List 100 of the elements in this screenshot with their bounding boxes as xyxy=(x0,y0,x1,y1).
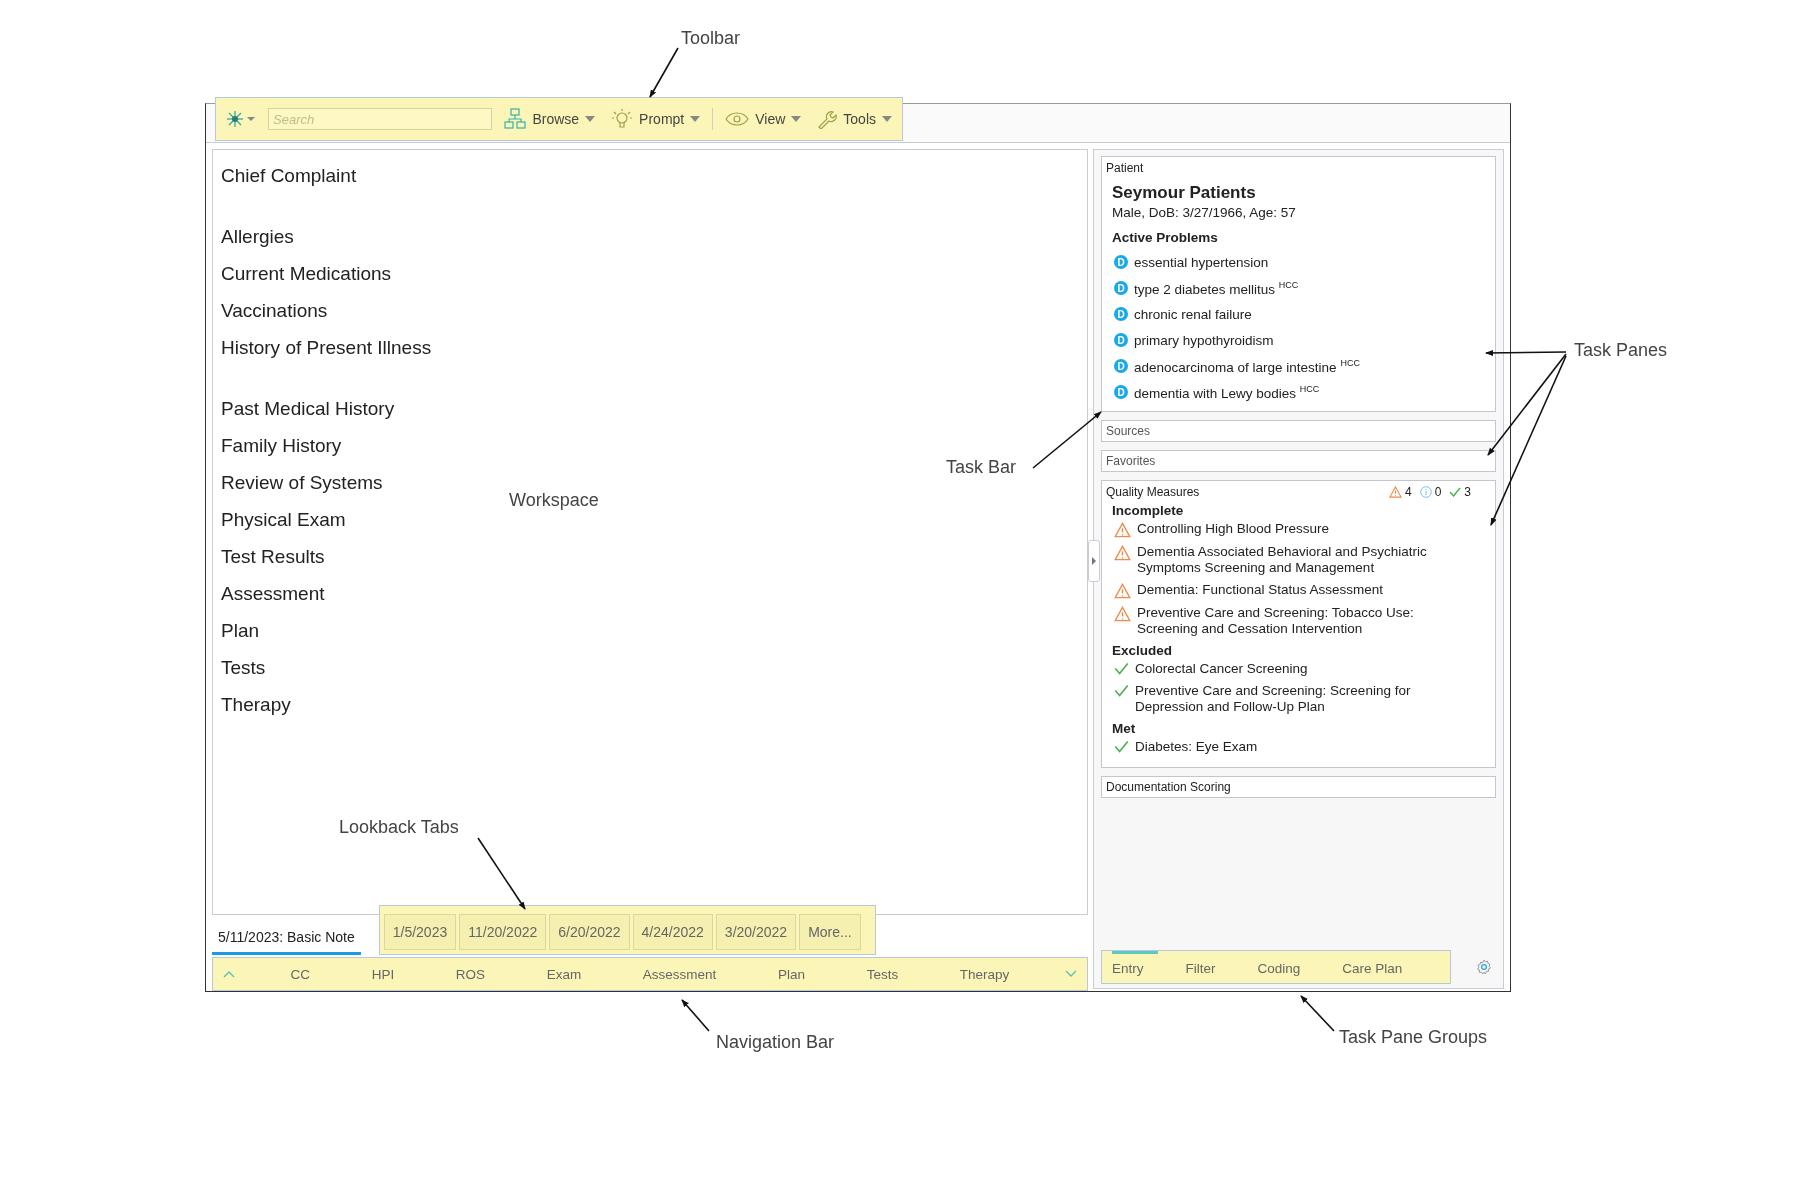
collapse-handle[interactable] xyxy=(1088,540,1100,582)
chevron-up-icon[interactable] xyxy=(223,970,235,978)
hierarchy-icon xyxy=(504,108,527,130)
section-heading[interactable]: History of Present Illness xyxy=(221,336,432,373)
annotation-label: Task Bar xyxy=(946,457,1017,478)
annotation-arrow xyxy=(1032,411,1102,469)
lookback-tab[interactable]: More... xyxy=(799,914,861,950)
settings-icon[interactable] xyxy=(1476,959,1492,975)
warning-icon xyxy=(1114,583,1131,599)
annotation-arrow xyxy=(1300,995,1335,1032)
info-icon xyxy=(1419,486,1432,498)
measure-item[interactable]: Preventive Care and Screening: Screening for Depression and Follow-Up Plan xyxy=(1135,683,1445,715)
pane-group-tab[interactable]: Entry xyxy=(1112,951,1158,983)
section-heading[interactable]: Physical Exam xyxy=(221,508,346,545)
lookback-tab[interactable]: 1/5/2023 xyxy=(383,914,457,950)
eye-icon xyxy=(725,111,750,127)
diagnosis-badge: D xyxy=(1114,359,1128,373)
diagnosis-badge: D xyxy=(1114,255,1128,269)
problem-item[interactable]: primary hypothyroidism xyxy=(1134,332,1274,348)
problem-item[interactable]: dementia with Lewy bodies $^{HCC}$ xyxy=(1134,383,1320,401)
count-value: 4 xyxy=(1404,485,1412,499)
patient-name: Seymour Patients xyxy=(1112,183,1257,203)
check-icon xyxy=(1114,684,1129,697)
check-icon xyxy=(1449,487,1462,497)
chevron-down-icon[interactable] xyxy=(1064,970,1077,978)
warning-icon xyxy=(1388,486,1402,498)
toolbar-menu-button[interactable]: View xyxy=(721,111,806,127)
nav-item[interactable]: CC xyxy=(284,965,317,983)
toolbar-menu-button[interactable]: Browse xyxy=(500,108,600,130)
check-icon xyxy=(1114,740,1129,753)
warning-icon xyxy=(1114,545,1131,561)
section-heading[interactable]: Chief Complaint xyxy=(221,164,357,201)
section-heading: Met xyxy=(1112,721,1137,736)
section-heading: Active Problems xyxy=(1112,230,1219,245)
warning-icon xyxy=(1114,522,1131,538)
wrench-icon xyxy=(817,109,838,129)
section-heading[interactable]: Test Results xyxy=(221,545,325,582)
caret-icon xyxy=(882,116,892,122)
nav-item[interactable]: HPI xyxy=(365,965,401,983)
annotation-label: Task Panes xyxy=(1574,340,1668,361)
pane-title[interactable]: Quality Measures xyxy=(1106,485,1200,499)
caret-icon xyxy=(690,116,701,122)
annotation-label: Toolbar xyxy=(681,28,741,49)
section-heading[interactable]: Past Medical History xyxy=(221,397,395,434)
measure-item[interactable]: Preventive Care and Screening: Tobacco Use: Screening and Cessation Intervention xyxy=(1137,605,1447,637)
caret-icon xyxy=(585,116,596,122)
section-heading[interactable]: Assessment xyxy=(221,582,325,619)
annotation-label: Lookback Tabs xyxy=(339,817,459,838)
patient-details: Male, DoB: 3/27/1966, Age: 57 xyxy=(1112,205,1297,220)
diagnosis-badge: D xyxy=(1114,333,1128,347)
problem-item[interactable]: adenocarcinoma of large intestine $^{HCC}$ xyxy=(1134,357,1360,375)
search-field[interactable]: Search xyxy=(268,108,493,130)
pane-title[interactable]: Patient xyxy=(1106,161,1491,175)
collapsed-pane[interactable]: Sources xyxy=(1101,420,1496,442)
count-value: 0 xyxy=(1434,485,1442,499)
nav-item[interactable]: ROS xyxy=(449,965,492,983)
nav-item[interactable]: Therapy xyxy=(953,965,1016,983)
problem-item[interactable]: essential hypertension xyxy=(1134,254,1269,270)
count-value: 3 xyxy=(1464,485,1471,499)
annotation-label: Workspace xyxy=(509,490,599,511)
section-heading[interactable]: Tests xyxy=(221,656,266,693)
annotation-arrow xyxy=(681,999,710,1032)
measure-item[interactable]: Dementia: Functional Status Assessment xyxy=(1137,582,1447,599)
lookback-tab[interactable]: 6/20/2022 xyxy=(549,914,630,950)
measure-item[interactable]: Diabetes: Eye Exam xyxy=(1135,739,1445,755)
section-heading[interactable]: Therapy xyxy=(221,693,291,730)
annotation-arrow xyxy=(649,47,679,98)
annotation-label: Navigation Bar xyxy=(716,1032,835,1053)
problem-item[interactable]: chronic renal failure xyxy=(1134,306,1252,322)
diagnosis-badge: D xyxy=(1114,281,1128,295)
lightbulb-icon xyxy=(611,108,634,130)
annotation-label: Task Pane Groups xyxy=(1339,1027,1488,1048)
section-heading[interactable]: Plan xyxy=(221,619,260,656)
nav-item[interactable]: Tests xyxy=(860,965,905,983)
section-heading[interactable]: Review of Systems xyxy=(221,471,383,508)
pane-group-tab[interactable]: Care Plan xyxy=(1342,951,1417,983)
pane-group-tab[interactable]: Filter xyxy=(1185,951,1230,983)
section-heading[interactable]: Family History xyxy=(221,434,342,471)
check-icon xyxy=(1114,662,1129,675)
pane-group-tab[interactable]: Coding xyxy=(1257,951,1315,983)
nav-item[interactable]: Assessment xyxy=(636,965,723,983)
lookback-tab[interactable]: 4/24/2022 xyxy=(632,914,713,950)
collapsed-pane[interactable]: Documentation Scoring xyxy=(1101,776,1496,798)
measure-item[interactable]: Dementia Associated Behavioral and Psychiatric Symptoms Screening and Management xyxy=(1137,544,1447,576)
measure-item[interactable]: Colorectal Cancer Screening xyxy=(1135,661,1445,677)
toolbar-menu-button[interactable]: Prompt xyxy=(607,108,705,130)
lookback-tab[interactable]: 3/20/2022 xyxy=(715,914,797,950)
lookback-tab[interactable]: 11/20/2022 xyxy=(459,914,547,950)
problem-item[interactable]: type 2 diabetes mellitus $^{HCC}$ xyxy=(1134,279,1299,297)
diagnosis-badge: D xyxy=(1114,385,1128,399)
collapsed-pane[interactable]: Favorites xyxy=(1101,450,1496,472)
nav-item[interactable]: Plan xyxy=(772,965,811,983)
warning-icon xyxy=(1114,606,1131,622)
toolbar-menu-button[interactable]: Tools xyxy=(813,109,896,129)
section-heading: Incomplete xyxy=(1112,503,1185,518)
section-heading[interactable]: Allergies xyxy=(221,225,294,262)
nav-item[interactable]: Exam xyxy=(540,965,588,983)
measure-item[interactable]: Controlling High Blood Pressure xyxy=(1137,521,1447,538)
section-heading[interactable]: Vaccinations xyxy=(221,299,328,336)
section-heading[interactable]: Current Medications xyxy=(221,262,392,299)
